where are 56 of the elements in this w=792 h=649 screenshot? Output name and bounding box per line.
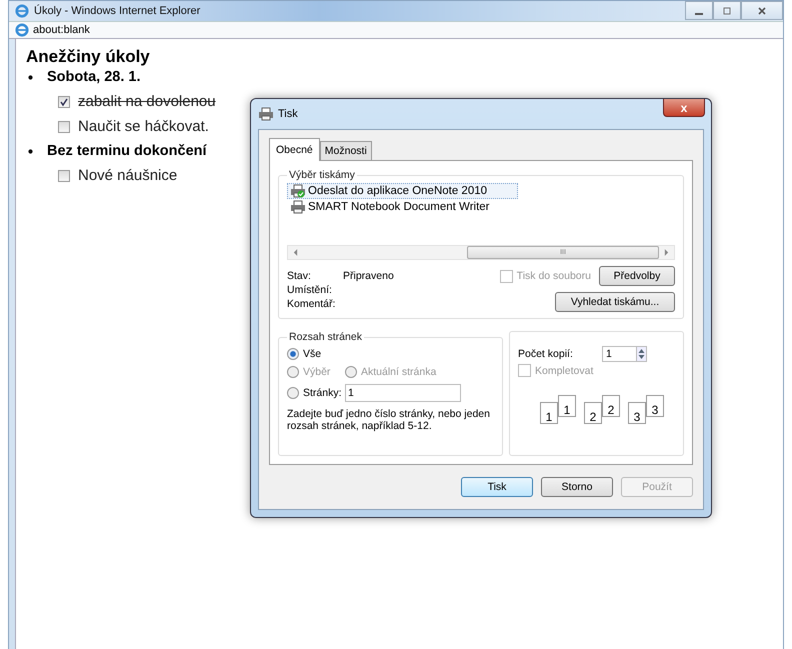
tab[interactable]: Možnosti (320, 141, 372, 160)
status-label: Umístění: (287, 284, 333, 296)
dialog-button[interactable]: Storno (541, 477, 613, 497)
address-bar[interactable]: about:blank (9, 21, 783, 39)
page-icon: 1 (540, 402, 558, 424)
spin-arrows-icon[interactable] (636, 347, 646, 361)
default-printer-icon (290, 184, 306, 198)
group-legend: Rozsah stránek (287, 331, 364, 343)
hint-text: Zadejte buď jedno číslo stránky, nebo jeden rozsah stránek, například 5-12. (287, 408, 491, 432)
task-label: zabalit na dovolenou (78, 93, 216, 110)
window-title: Úkoly - Windows Internet Explorer (34, 5, 200, 17)
address-text: about:blank (33, 24, 90, 36)
dialog-title: Tisk (278, 108, 298, 120)
task-checkbox[interactable] (58, 170, 70, 182)
page-icon: 3 (628, 402, 646, 424)
preferences-button[interactable]: Předvolby (599, 266, 675, 286)
dialog-button[interactable]: Tisk (461, 477, 533, 497)
status-label: Komentář: (287, 298, 336, 310)
maximize-button[interactable] (713, 1, 741, 20)
copies-spinner[interactable]: 1 (602, 346, 647, 362)
radio-button[interactable]: Stránky: (287, 387, 345, 399)
task-checkbox[interactable] (58, 96, 70, 108)
browser-logo-icon (15, 4, 29, 18)
minimize-button[interactable] (685, 1, 713, 20)
printer-item[interactable]: Odeslat do aplikace OneNote 2010 (287, 183, 518, 199)
minimize-icon (695, 12, 703, 14)
status-value: Připraveno (343, 270, 394, 282)
task-group-title: Sobota, 28. 1. (47, 69, 140, 85)
pages-input[interactable]: 1 (345, 384, 461, 402)
page-heading: Anežčiny úkoly (26, 47, 151, 67)
close-button[interactable] (741, 1, 783, 20)
scroll-right-icon[interactable] (664, 249, 669, 256)
page-icon: 1 (558, 395, 576, 417)
group-legend: Výběr tiskámy (287, 169, 357, 181)
copies-label: Počet kopií: (518, 348, 574, 360)
maximize-icon (722, 6, 732, 16)
radio-button[interactable]: Vše (287, 348, 322, 360)
page-icon: 3 (646, 395, 664, 417)
task-label: Nové náušnice (78, 167, 178, 184)
task-label: Naučit se háčkovat. (78, 118, 209, 135)
printer-icon (258, 107, 274, 121)
browser-logo-icon (15, 23, 29, 37)
page-icon: 2 (602, 395, 620, 417)
printer-icon (290, 200, 306, 214)
bullet-icon (28, 148, 33, 154)
tab[interactable]: Obecné (269, 138, 320, 161)
close-button[interactable]: x (663, 99, 705, 117)
bullet-icon (28, 74, 33, 80)
close-icon (757, 6, 767, 16)
scroll-left-icon[interactable] (293, 249, 298, 256)
page-icon: 2 (584, 402, 602, 424)
task-group-title: Bez terminu dokončení (47, 143, 207, 159)
printer-item[interactable]: SMART Notebook Document Writer (287, 199, 521, 215)
find-printer-button[interactable]: Vyhledat tiskámu... (555, 292, 675, 312)
status-label: Stav: (287, 270, 312, 282)
task-checkbox[interactable] (58, 120, 70, 132)
